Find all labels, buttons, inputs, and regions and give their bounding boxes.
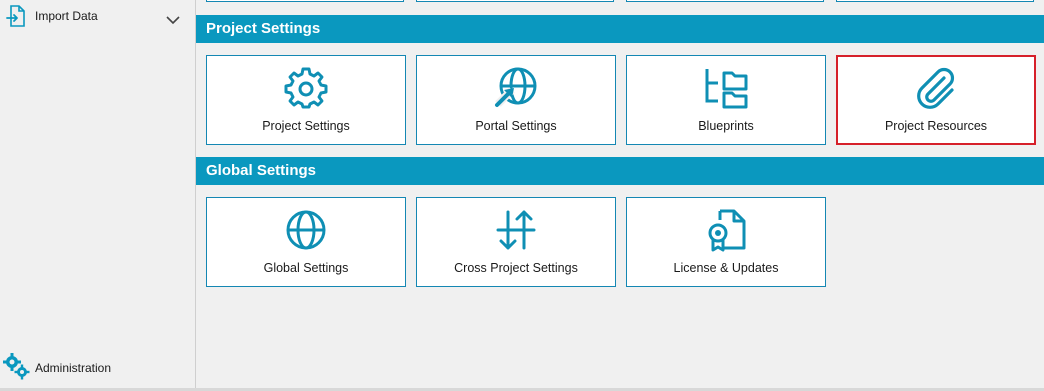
tile-label: Cross Project Settings <box>454 261 578 275</box>
gear-icon <box>284 67 328 109</box>
section-header-global-settings: Global Settings <box>196 157 1044 185</box>
sidebar: Import Data Administration <box>0 0 196 391</box>
sidebar-item-label: Import Data <box>35 9 98 23</box>
previous-tile-edge <box>206 0 404 2</box>
tile-blueprints[interactable]: Blueprints <box>626 55 826 145</box>
tile-project-resources[interactable]: Project Resources <box>836 55 1036 145</box>
folder-tree-icon <box>702 67 750 109</box>
tile-cross-project-settings[interactable]: Cross Project Settings <box>416 197 616 287</box>
tile-label: Portal Settings <box>475 119 557 133</box>
section-header-project-settings: Project Settings <box>196 15 1044 43</box>
tile-project-settings[interactable]: Project Settings <box>206 55 406 145</box>
sidebar-item-administration[interactable]: Administration <box>0 353 195 380</box>
tile-license-updates[interactable]: License & Updates <box>626 197 826 287</box>
license-icon <box>704 209 748 252</box>
sidebar-item-label: Administration <box>35 361 112 375</box>
tile-label: Project Settings <box>262 119 350 133</box>
previous-tile-edge <box>626 0 824 2</box>
chevron-down-icon[interactable] <box>166 12 180 30</box>
tile-label: License & Updates <box>673 261 779 275</box>
tile-portal-settings[interactable]: Portal Settings <box>416 55 616 145</box>
tile-global-settings[interactable]: Global Settings <box>206 197 406 287</box>
paperclip-icon <box>914 67 958 109</box>
previous-tile-edge <box>836 0 1034 2</box>
globe-arrow-icon <box>492 67 540 109</box>
main-panel: Project Settings Project Settings Portal… <box>196 0 1044 391</box>
sidebar-item-import-data[interactable]: Import Data <box>0 4 195 28</box>
arrows-swap-icon <box>494 209 538 251</box>
previous-tile-edge <box>416 0 614 2</box>
import-file-icon <box>6 4 26 33</box>
tile-label: Project Resources <box>884 119 988 133</box>
tile-label: Global Settings <box>263 261 349 275</box>
globe-icon <box>284 209 328 251</box>
tile-label: Blueprints <box>698 119 754 133</box>
gears-icon <box>2 352 32 387</box>
